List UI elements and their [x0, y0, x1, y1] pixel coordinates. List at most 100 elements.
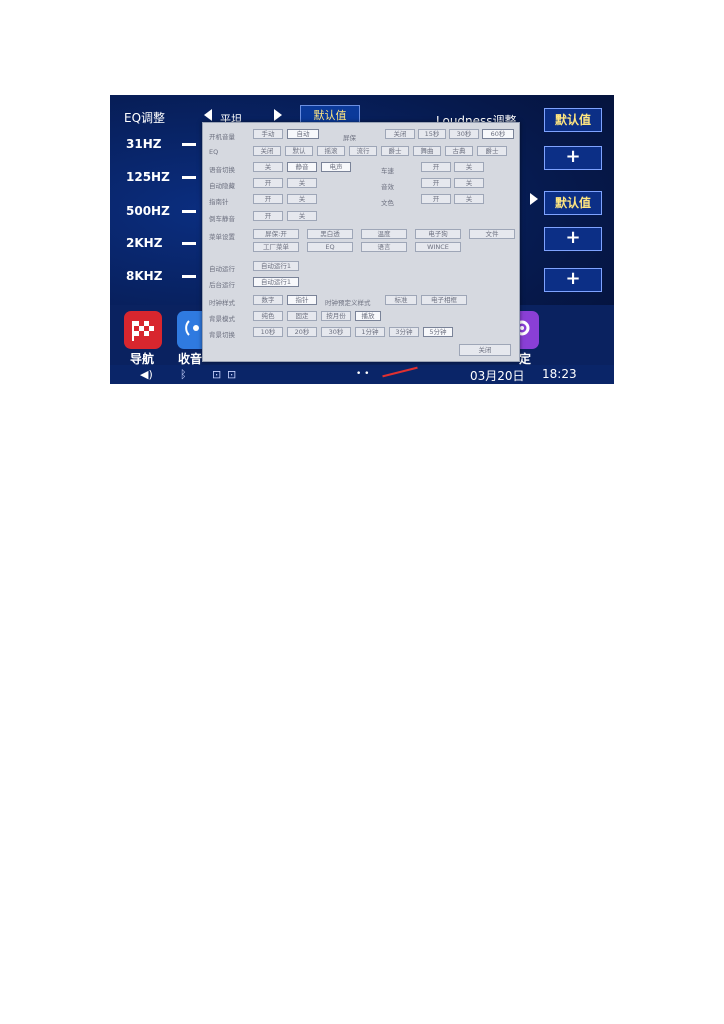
text-color-off-button[interactable]: 关 — [454, 194, 484, 204]
usb-icon: ⊡ — [212, 368, 222, 381]
screen-saver-30s-button[interactable]: 30秒 — [449, 129, 479, 139]
eq-pop-option[interactable]: 流行 — [349, 146, 377, 156]
eq-classic-option[interactable]: 古典 — [445, 146, 473, 156]
wallpaper-10s-button[interactable]: 10秒 — [253, 327, 283, 337]
voice-sound-button[interactable]: 电声 — [321, 162, 351, 172]
wallpaper-30s-button[interactable]: 30秒 — [321, 327, 351, 337]
plus-button-2[interactable]: + — [544, 227, 602, 251]
wallpaper-3min-button[interactable]: 3分钟 — [389, 327, 419, 337]
clock-style-label: 时钟样式 — [209, 299, 235, 307]
menu-wince-button[interactable]: WINCE — [415, 242, 461, 252]
auto-run-label: 自动运行 — [209, 265, 235, 273]
eq-minus-icon[interactable] — [182, 275, 196, 278]
boot-volume-label: 开机音量 — [209, 133, 235, 141]
wallpaper-5min-button[interactable]: 5分钟 — [423, 327, 453, 337]
menu-file-button[interactable]: 文件 — [469, 229, 515, 239]
text-color-on-button[interactable]: 开 — [421, 194, 451, 204]
eq-next-arrow-icon[interactable] — [274, 109, 282, 121]
reverse-mute-on-button[interactable]: 开 — [253, 211, 283, 221]
auto-hide-label: 自动隐藏 — [209, 182, 235, 190]
screen-saver-off-button[interactable]: 关闭 — [385, 129, 415, 139]
menu-screensaver-button[interactable]: 屏保:开 — [253, 229, 299, 239]
eq-jazz2-option[interactable]: 爵士 — [477, 146, 507, 156]
sound-label: 音效 — [381, 183, 394, 191]
compass-off-button[interactable]: 关 — [287, 194, 317, 204]
boot-volume-auto-button[interactable]: 自动 — [287, 129, 319, 139]
auto-run-button[interactable]: 自动运行1 — [253, 261, 299, 271]
eq-off-button[interactable]: 关闭 — [253, 146, 281, 156]
menu-eq-button[interactable]: EQ — [307, 242, 353, 252]
menu-bw-button[interactable]: 黑白透 — [307, 229, 353, 239]
wallpaper-fixed-button[interactable]: 固定 — [287, 311, 317, 321]
eq-dance-option[interactable]: 舞曲 — [413, 146, 441, 156]
background-run-button[interactable]: 自动运行1 — [253, 277, 299, 287]
clock-photo-frame-button[interactable]: 电子相框 — [421, 295, 467, 305]
wallpaper-monthly-button[interactable]: 按月份 — [321, 311, 351, 321]
usb-icon: ⊡ — [227, 368, 237, 381]
wallpaper-20s-button[interactable]: 20秒 — [287, 327, 317, 337]
car-speed-on-button[interactable]: 开 — [421, 162, 451, 172]
text-color-label: 文色 — [381, 199, 394, 207]
eq-band-label: 8KHZ — [126, 269, 163, 283]
navigation-app-icon[interactable] — [124, 311, 162, 349]
eq-title: EQ调整 — [124, 111, 166, 125]
voice-off-button[interactable]: 关 — [253, 162, 283, 172]
screen-saver-label: 屏保 — [343, 134, 356, 142]
boot-volume-manual-button[interactable]: 手动 — [253, 129, 283, 139]
auto-hide-on-button[interactable]: 开 — [253, 178, 283, 188]
default-button-2[interactable]: 默认值 — [544, 191, 602, 215]
page-indicator: • • — [356, 369, 370, 379]
reverse-mute-off-button[interactable]: 关 — [287, 211, 317, 221]
clock-standard-button[interactable]: 标准 — [385, 295, 417, 305]
sound-off-button[interactable]: 关 — [454, 178, 484, 188]
close-button[interactable]: 关闭 — [459, 344, 511, 356]
car-speed-off-button[interactable]: 关 — [454, 162, 484, 172]
clock-digital-button[interactable]: 数字 — [253, 295, 283, 305]
clock-preset-label: 时钟预定义样式 — [325, 299, 371, 307]
compass-on-button[interactable]: 开 — [253, 194, 283, 204]
clock-analog-button[interactable]: 指针 — [287, 295, 317, 305]
compass-label: 指南针 — [209, 198, 229, 206]
wallpaper-solid-button[interactable]: 纯色 — [253, 311, 283, 321]
voice-switch-label: 语音切换 — [209, 166, 235, 174]
loudness-default-button[interactable]: 默认值 — [544, 108, 602, 132]
eq-band-label: 31HZ — [126, 137, 162, 151]
menu-factory-button[interactable]: 工厂菜单 — [253, 242, 299, 252]
menu-radar-button[interactable]: 电子狗 — [415, 229, 461, 239]
eq-minus-icon[interactable] — [182, 143, 196, 146]
eq-setting-label: EQ — [209, 148, 219, 156]
plus-button-3[interactable]: + — [544, 268, 602, 292]
bluetooth-icon: ᛒ — [180, 368, 187, 381]
wallpaper-mode-label: 背景模式 — [209, 315, 235, 323]
eq-minus-icon[interactable] — [182, 242, 196, 245]
car-head-unit-screen: EQ调整 平坦 默认值 Loudness调整 31HZ 125HZ 500HZ … — [110, 95, 614, 384]
eq-default-option[interactable]: 默认 — [285, 146, 313, 156]
eq-minus-icon[interactable] — [182, 176, 196, 179]
wallpaper-1min-button[interactable]: 1分钟 — [355, 327, 385, 337]
sound-on-button[interactable]: 开 — [421, 178, 451, 188]
eq-band-label: 500HZ — [126, 204, 170, 218]
eq-rock-option[interactable]: 摇滚 — [317, 146, 345, 156]
status-date: 03月20日 — [470, 369, 525, 383]
menu-temperature-button[interactable]: 温度 — [361, 229, 407, 239]
car-speed-label: 车速 — [381, 167, 394, 175]
background-run-label: 后台运行 — [209, 281, 235, 289]
screen-saver-60s-button[interactable]: 60秒 — [482, 129, 514, 139]
eq-jazz-option[interactable]: 爵士 — [381, 146, 409, 156]
eq-band-label: 2KHZ — [126, 236, 163, 250]
settings-dialog: 开机音量 手动 自动 屏保 关闭 15秒 30秒 60秒 EQ 关闭 默认 摇滚… — [202, 122, 520, 362]
eq-minus-icon[interactable] — [182, 210, 196, 213]
status-time: 18:23 — [542, 367, 577, 381]
voice-mute-button[interactable]: 静音 — [287, 162, 317, 172]
reverse-mute-label: 倒车静音 — [209, 215, 235, 223]
menu-settings-label: 菜单设置 — [209, 233, 235, 241]
auto-hide-off-button[interactable]: 关 — [287, 178, 317, 188]
menu-language-button[interactable]: 语言 — [361, 242, 407, 252]
eq-prev-arrow-icon[interactable] — [204, 109, 212, 121]
volume-icon[interactable]: ◀) — [140, 368, 153, 381]
screen-saver-15s-button[interactable]: 15秒 — [418, 129, 446, 139]
wallpaper-switch-label: 背景切换 — [209, 331, 235, 339]
right-arrow-icon[interactable] — [530, 193, 538, 205]
wallpaper-play-button[interactable]: 播放 — [355, 311, 381, 321]
loudness-plus-button[interactable]: + — [544, 146, 602, 170]
